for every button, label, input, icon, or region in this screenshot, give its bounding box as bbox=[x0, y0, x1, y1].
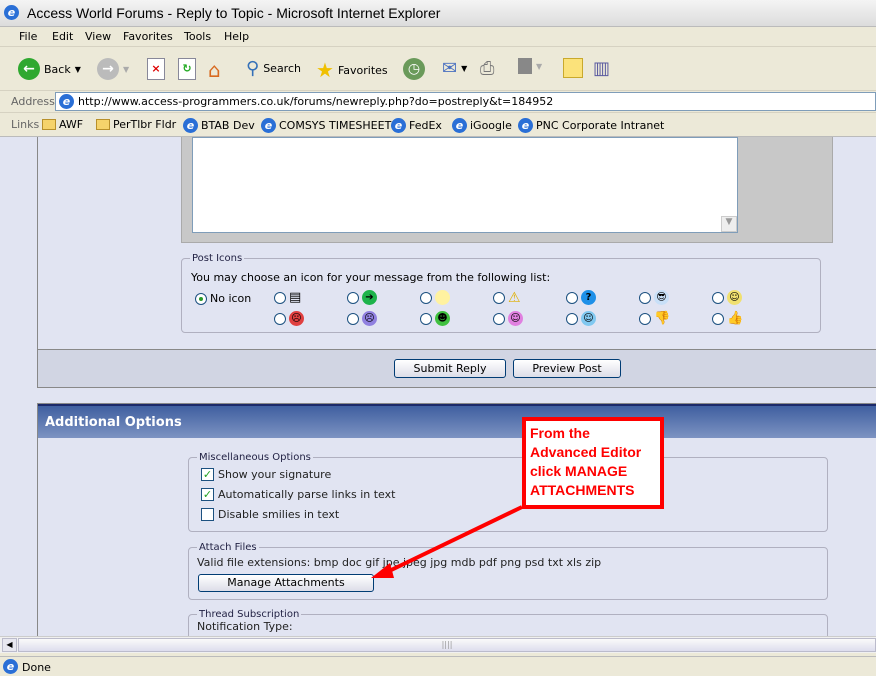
status-text: Done bbox=[22, 661, 51, 674]
callout-line: From the bbox=[530, 425, 590, 441]
annotation-arrow bbox=[371, 505, 523, 578]
status-ie-icon: e bbox=[3, 659, 18, 674]
callout-line: click MANAGE bbox=[530, 463, 628, 479]
arrow-line bbox=[384, 505, 523, 575]
annotation-callout: From the Advanced Editor click MANAGE AT… bbox=[522, 417, 664, 509]
arrow-head bbox=[371, 563, 394, 578]
status-bar: e Done bbox=[0, 656, 876, 676]
scroll-left-button[interactable]: ◀ bbox=[2, 638, 17, 652]
callout-line: Advanced Editor bbox=[530, 444, 642, 460]
scroll-thumb[interactable]: |||| bbox=[18, 638, 876, 652]
callout-line: ATTACHMENTS bbox=[530, 482, 635, 498]
horizontal-scrollbar[interactable]: ◀ |||| bbox=[0, 636, 876, 653]
